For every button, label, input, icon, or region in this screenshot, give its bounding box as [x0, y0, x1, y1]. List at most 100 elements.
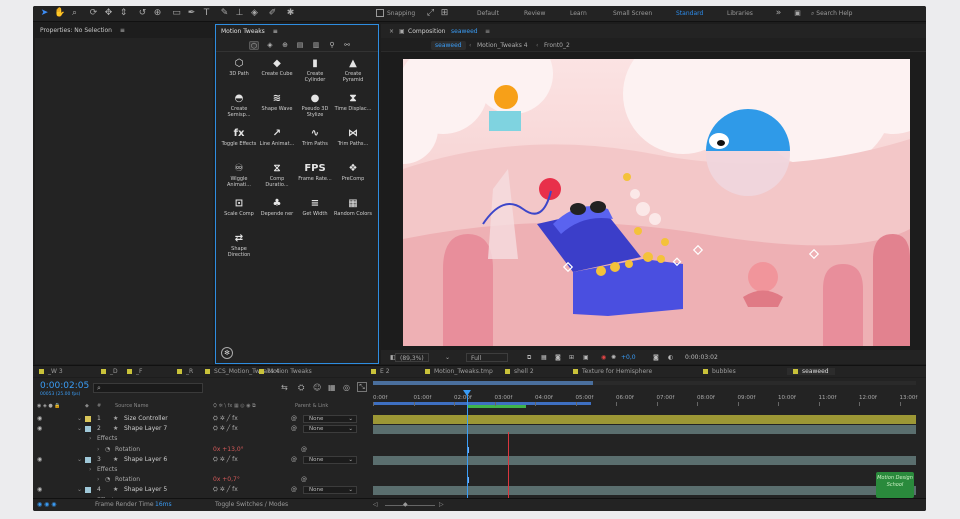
label-color-swatch[interactable] [85, 426, 91, 433]
rotate-tool-icon[interactable]: ↺ [137, 8, 148, 19]
property-value[interactable]: 0x +0,7° [213, 475, 240, 485]
timeline-tab[interactable]: Texture for Hemisphere [573, 368, 652, 375]
panel-menu-icon[interactable]: ≡ [120, 27, 125, 34]
layer-switches-icons[interactable]: ⛭ ✲ ╱ fx [213, 455, 238, 465]
navigator-range[interactable] [373, 381, 593, 385]
snap-options-icon[interactable]: ⤢ [425, 8, 436, 19]
tool-comp-duration[interactable]: ⧖ Comp Duratio... [258, 162, 296, 198]
label-color-swatch[interactable] [85, 487, 91, 494]
layer-row[interactable]: ◉ ⌄ 2 ★ Shape Layer 7 ⛭ ✲ ╱ fx @ None ⌄ [33, 424, 371, 434]
layer-duration-bar[interactable] [373, 425, 916, 435]
zoom-out-icon[interactable]: ◁ [373, 499, 378, 511]
graph-editor-icon[interactable]: ⤡ [357, 382, 367, 392]
tool-dependencies[interactable]: ♣ Depende ner [258, 197, 296, 233]
property-value[interactable]: 0x +13,0° [213, 445, 244, 455]
fast-preview-icon[interactable]: ⧉ [523, 353, 535, 362]
expand-chevron-icon[interactable]: ⌄ [77, 455, 82, 465]
expand-chevron-icon[interactable]: ⌄ [77, 424, 82, 434]
zoom-slider[interactable] [385, 505, 435, 506]
timeline-tab[interactable]: _F [127, 368, 142, 375]
tool-sphere[interactable]: ● Pseudo 3D Stylize [296, 92, 334, 128]
tool-line-animator[interactable]: ↗ Line Animat... [258, 127, 296, 163]
chevron-down-icon[interactable]: ⌄ [441, 353, 454, 362]
expand-chevron-icon[interactable]: › [89, 434, 91, 444]
layer-switches-icons[interactable]: ⛭ ✲ ╱ fx [213, 414, 238, 424]
layer-row[interactable]: ◉ ⌄ 3 ★ Shape Layer 6 ⛭ ✲ ╱ fx @ None ⌄ [33, 455, 371, 465]
parent-dropdown[interactable]: None ⌄ [303, 425, 357, 434]
layer-name[interactable]: Shape Layer 6 [124, 455, 167, 465]
snap-grid-icon[interactable]: ⊞ [439, 8, 450, 19]
draft-3d-icon[interactable]: ⛭ [298, 383, 304, 393]
tab-pin-icon[interactable]: ⚲ [327, 41, 337, 50]
expand-chevron-icon[interactable]: › [97, 445, 99, 455]
tool-cylinder[interactable]: ▮ Create Cylinder [296, 57, 334, 93]
anchor-tool-icon[interactable]: ⊕ [152, 8, 163, 19]
camera-icon[interactable]: ◙ [649, 353, 663, 362]
toggle-switches-modes[interactable]: Toggle Switches / Modes [215, 499, 288, 511]
composition-timecode[interactable]: 0:00:03:02 [681, 353, 722, 362]
layer-search-input[interactable]: ⌕ [93, 383, 203, 393]
zoom-dropdown[interactable]: (89,3%) [395, 353, 429, 362]
visibility-eye-icon[interactable]: ◉ [37, 485, 42, 495]
effects-group[interactable]: › Effects [33, 434, 371, 444]
composition-viewer[interactable] [403, 59, 910, 346]
pickwhip-icon[interactable]: @ [291, 424, 297, 434]
expand-chevron-icon[interactable]: › [89, 465, 91, 475]
tab-anchor-icon[interactable]: ⊕ [280, 41, 290, 50]
current-time[interactable]: 0:00:02:05 [40, 381, 89, 391]
layer-duration-bar[interactable] [373, 455, 916, 465]
tool-fx[interactable]: fx Toggle Effects [220, 127, 258, 163]
breadcrumb-motion-tweaks[interactable]: Motion_Tweaks 4 [473, 41, 532, 50]
timeline-tab[interactable]: _R [177, 368, 193, 375]
stopwatch-icon[interactable]: ◔ [105, 445, 110, 455]
parent-dropdown[interactable]: None ⌄ [303, 415, 357, 423]
timeline-tab[interactable]: _W 3 [39, 368, 63, 375]
channel-icon[interactable]: ◐ [664, 353, 677, 362]
rectangle-tool-icon[interactable]: ▭ [171, 8, 182, 19]
panel-menu-icon[interactable]: ≡ [481, 27, 494, 36]
dolly-tool-icon[interactable]: ⇕ [118, 8, 129, 19]
tool-hourglass[interactable]: ⧗ Time Displac... [334, 92, 372, 128]
visibility-eye-icon[interactable]: ◉ [37, 424, 42, 434]
selection-tool-icon[interactable]: ➤ [39, 8, 50, 19]
clone-stamp-tool-icon[interactable]: ⊥ [234, 8, 245, 19]
tool-semisphere[interactable]: ◓ Create Semisp... [220, 92, 258, 128]
work-area-navigator[interactable] [373, 381, 916, 385]
shy-icon[interactable]: ☺ [313, 383, 321, 392]
layer-row[interactable]: ◉ ⌄ 1 ★ Size Controller ⛭ ✲ ╱ fx @ None ⌄ [33, 414, 371, 424]
tool-trim-paths[interactable]: ∿ Trim Paths [296, 127, 334, 163]
roto-brush-tool-icon[interactable]: ✐ [267, 8, 278, 19]
effects-group[interactable]: › Effects [33, 465, 371, 475]
timeline-tab[interactable]: _D [101, 368, 118, 375]
expression-icon[interactable]: @ [301, 445, 307, 455]
zoom-slider-handle-icon[interactable]: ◆ [403, 499, 408, 511]
workspace-standard[interactable]: Standard [676, 10, 703, 17]
layer-row[interactable]: ◉ ⌄ 4 ★ Shape Layer 5 ⛭ ✲ ╱ fx @ None ⌄ [33, 485, 371, 495]
zoom-in-icon[interactable]: ▷ [439, 499, 444, 511]
layer-name[interactable]: Size Controller [124, 414, 168, 424]
snapping-checkbox[interactable] [376, 9, 384, 17]
tool-cube[interactable]: ◆ Create Cube [258, 57, 296, 93]
settings-icon[interactable]: ✻ [221, 347, 233, 359]
search-help[interactable]: ⌕ Search Help [811, 8, 911, 19]
tool-get-width[interactable]: ≡ Get Width [296, 197, 334, 233]
tab-3d-icon[interactable]: ⬡ [249, 41, 259, 50]
type-tool-icon[interactable]: T [201, 8, 212, 19]
mask-icon[interactable]: ◙ [551, 353, 565, 362]
workspace-learn[interactable]: Learn [570, 10, 587, 17]
layer-name[interactable]: Shape Layer 7 [124, 424, 167, 434]
brush-tool-icon[interactable]: ✎ [219, 8, 230, 19]
render-icon[interactable]: ◉ ◉ ◉ [37, 499, 57, 511]
parent-dropdown[interactable]: None ⌄ [303, 455, 357, 464]
tool-wave[interactable]: ≋ Shape Wave [258, 92, 296, 128]
eraser-tool-icon[interactable]: ◈ [249, 8, 260, 19]
tool-shape-direction[interactable]: ⇄ Shape Direction [220, 232, 258, 268]
tool-wiggle[interactable]: ♾ Wiggle Animati... [220, 162, 258, 198]
property-row[interactable]: › ◔ Rotation 0x +13,0° @ [33, 445, 371, 455]
tool-random-colors[interactable]: ▦ Random Colors [334, 197, 372, 233]
pickwhip-icon[interactable]: @ [291, 455, 297, 465]
tool-fps[interactable]: FPS Frame Rate... [296, 162, 334, 198]
tab-tree-icon[interactable]: ⚯ [342, 41, 352, 50]
pan-tool-icon[interactable]: ✥ [103, 8, 114, 19]
timeline-tab[interactable]: Motion Tweaks [259, 368, 312, 375]
